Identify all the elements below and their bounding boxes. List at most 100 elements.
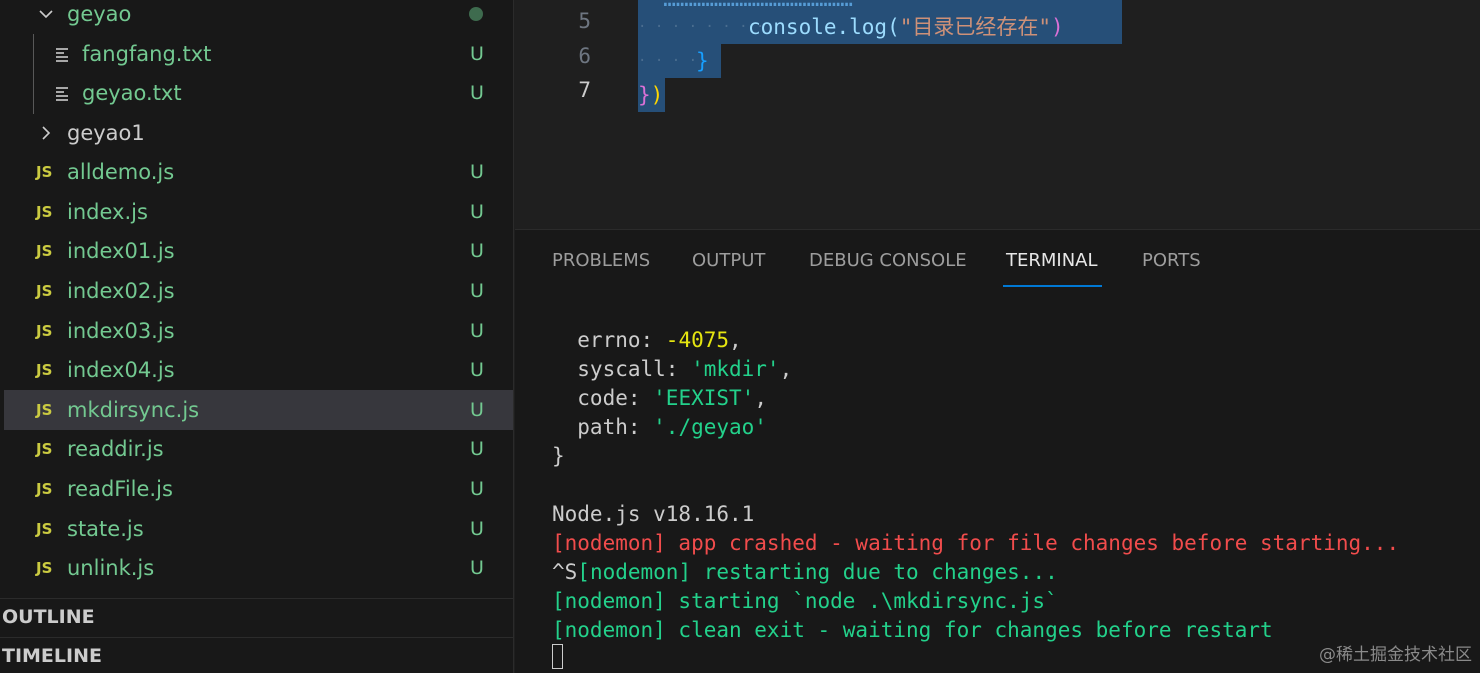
- tree-item-label: geyao: [67, 2, 132, 26]
- outline-label: OUTLINE: [2, 605, 95, 628]
- tree-item-label: index.js: [67, 200, 148, 224]
- code-token-string: "目录已经存在": [899, 15, 1052, 39]
- tab-terminal[interactable]: TERMINAL: [1006, 250, 1098, 271]
- javascript-file-icon: JS: [36, 559, 53, 577]
- folder-geyao1[interactable]: geyao1: [0, 113, 513, 153]
- terminal-key: code:: [552, 386, 654, 410]
- untracked-badge: U: [470, 43, 484, 65]
- tree-item-label: geyao.txt: [82, 81, 182, 105]
- file-readdir-js[interactable]: JS readdir.js U: [0, 429, 513, 469]
- tab-output[interactable]: OUTPUT: [692, 250, 765, 271]
- terminal-key: errno:: [552, 328, 666, 352]
- tree-item-label: state.js: [67, 517, 144, 541]
- terminal-line: syscall: 'mkdir',: [552, 355, 792, 384]
- tab-ports[interactable]: PORTS: [1142, 250, 1201, 271]
- active-tab-indicator: [1003, 285, 1102, 287]
- text-file-icon: [56, 87, 68, 101]
- terminal-line: path: './geyao': [552, 413, 767, 442]
- terminal-key: path:: [552, 415, 654, 439]
- untracked-badge: U: [470, 557, 484, 579]
- untracked-badge: U: [470, 320, 484, 342]
- tree-item-label: readFile.js: [67, 477, 173, 501]
- folder-geyao[interactable]: geyao: [0, 0, 513, 34]
- terminal-line-error: [nodemon] app crashed - waiting for file…: [552, 531, 1400, 555]
- outline-section-header[interactable]: OUTLINE: [0, 598, 513, 634]
- timeline-section-header[interactable]: TIMELINE: [0, 637, 513, 673]
- untracked-badge: U: [470, 518, 484, 540]
- line-number-active: 7: [578, 78, 591, 102]
- javascript-file-icon: JS: [36, 520, 53, 538]
- tree-item-label: readdir.js: [67, 437, 164, 461]
- tab-debug-console[interactable]: DEBUG CONSOLE: [809, 250, 967, 271]
- timeline-label: TIMELINE: [2, 644, 102, 667]
- line-number: 6: [578, 44, 591, 68]
- untracked-badge: U: [470, 438, 484, 460]
- javascript-file-icon: JS: [36, 282, 53, 300]
- modified-dot-icon: [469, 7, 483, 21]
- file-unlink-js[interactable]: JS unlink.js U: [0, 548, 513, 588]
- terminal-string: 'mkdir': [691, 357, 780, 381]
- watermark: @稀土掘金技术社区: [1319, 645, 1472, 665]
- code-token-paren: ): [1051, 15, 1064, 39]
- javascript-file-icon: JS: [36, 203, 53, 221]
- file-index-js[interactable]: JS index.js U: [0, 192, 513, 232]
- terminal-string: 'EEXIST': [653, 386, 755, 410]
- tree-item-label: unlink.js: [67, 556, 155, 580]
- chevron-right-icon: [42, 126, 51, 140]
- code-line-6: }: [696, 49, 709, 73]
- terminal-punct: ,: [754, 386, 767, 410]
- untracked-badge: U: [470, 240, 484, 262]
- terminal-line: code: 'EEXIST',: [552, 384, 767, 413]
- tab-problems[interactable]: PROBLEMS: [552, 250, 650, 271]
- file-alldemo-js[interactable]: JS alldemo.js U: [0, 152, 513, 192]
- tree-item-label: mkdirsync.js: [67, 398, 200, 422]
- untracked-badge: U: [470, 82, 484, 104]
- terminal-line: }: [552, 444, 565, 468]
- terminal-number: -4075: [665, 328, 730, 352]
- file-fangfang-txt[interactable]: fangfang.txt U: [0, 34, 513, 74]
- untracked-badge: U: [470, 280, 484, 302]
- terminal-ctrl-s: ^S: [552, 560, 578, 584]
- terminal-line: errno: -4075,: [552, 326, 742, 355]
- terminal-key: syscall:: [552, 357, 692, 381]
- code-line-5: console.log("目录已经存在"): [748, 10, 1064, 44]
- file-mkdirsync-js[interactable]: JS mkdirsync.js U: [4, 390, 513, 430]
- file-index02-js[interactable]: JS index02.js U: [0, 271, 513, 311]
- code-token-paren: ): [650, 83, 664, 107]
- untracked-badge: U: [470, 201, 484, 223]
- terminal-line: [nodemon] starting `node .\mkdirsync.js`: [552, 589, 1058, 613]
- code-editor[interactable]: ……………………………………… 5 6 7 console.log("目录已经存…: [515, 0, 1480, 228]
- tree-item-label: index01.js: [67, 239, 175, 263]
- file-index01-js[interactable]: JS index01.js U: [0, 231, 513, 271]
- code-token-brace: }: [638, 83, 651, 107]
- javascript-file-icon: JS: [36, 480, 53, 498]
- file-geyao-txt[interactable]: geyao.txt U: [0, 73, 513, 113]
- explorer-sidebar: geyao fangfang.txt U geyao.txt U geyao1: [0, 0, 514, 673]
- terminal-line: Node.js v18.16.1: [552, 502, 755, 526]
- tree-item-label: index04.js: [67, 358, 175, 382]
- javascript-file-icon: JS: [36, 163, 53, 181]
- tree-item-label: index02.js: [67, 279, 175, 303]
- file-index04-js[interactable]: JS index04.js U: [0, 350, 513, 390]
- tree-item-label: geyao1: [67, 121, 145, 145]
- terminal-cursor: [552, 644, 563, 669]
- untracked-badge: U: [470, 161, 484, 183]
- untracked-badge: U: [470, 359, 484, 381]
- tree-item-label: alldemo.js: [67, 160, 175, 184]
- line-number: 5: [578, 9, 591, 33]
- javascript-file-icon: JS: [36, 440, 53, 458]
- whitespace-dots: · · · · · · · ·: [638, 19, 765, 35]
- javascript-file-icon: JS: [36, 322, 53, 340]
- code-token-method: console.log(: [748, 15, 900, 39]
- terminal-string: './geyao': [653, 415, 767, 439]
- terminal-punct: ,: [729, 328, 742, 352]
- file-index03-js[interactable]: JS index03.js U: [0, 311, 513, 351]
- chevron-down-icon: [39, 10, 53, 19]
- file-state-js[interactable]: JS state.js U: [0, 509, 513, 549]
- untracked-badge: U: [470, 478, 484, 500]
- file-readFile-js[interactable]: JS readFile.js U: [0, 469, 513, 509]
- javascript-file-icon: JS: [36, 242, 53, 260]
- untracked-badge: U: [470, 399, 484, 421]
- tree-item-label: fangfang.txt: [82, 42, 212, 66]
- tree-item-label: index03.js: [67, 319, 175, 343]
